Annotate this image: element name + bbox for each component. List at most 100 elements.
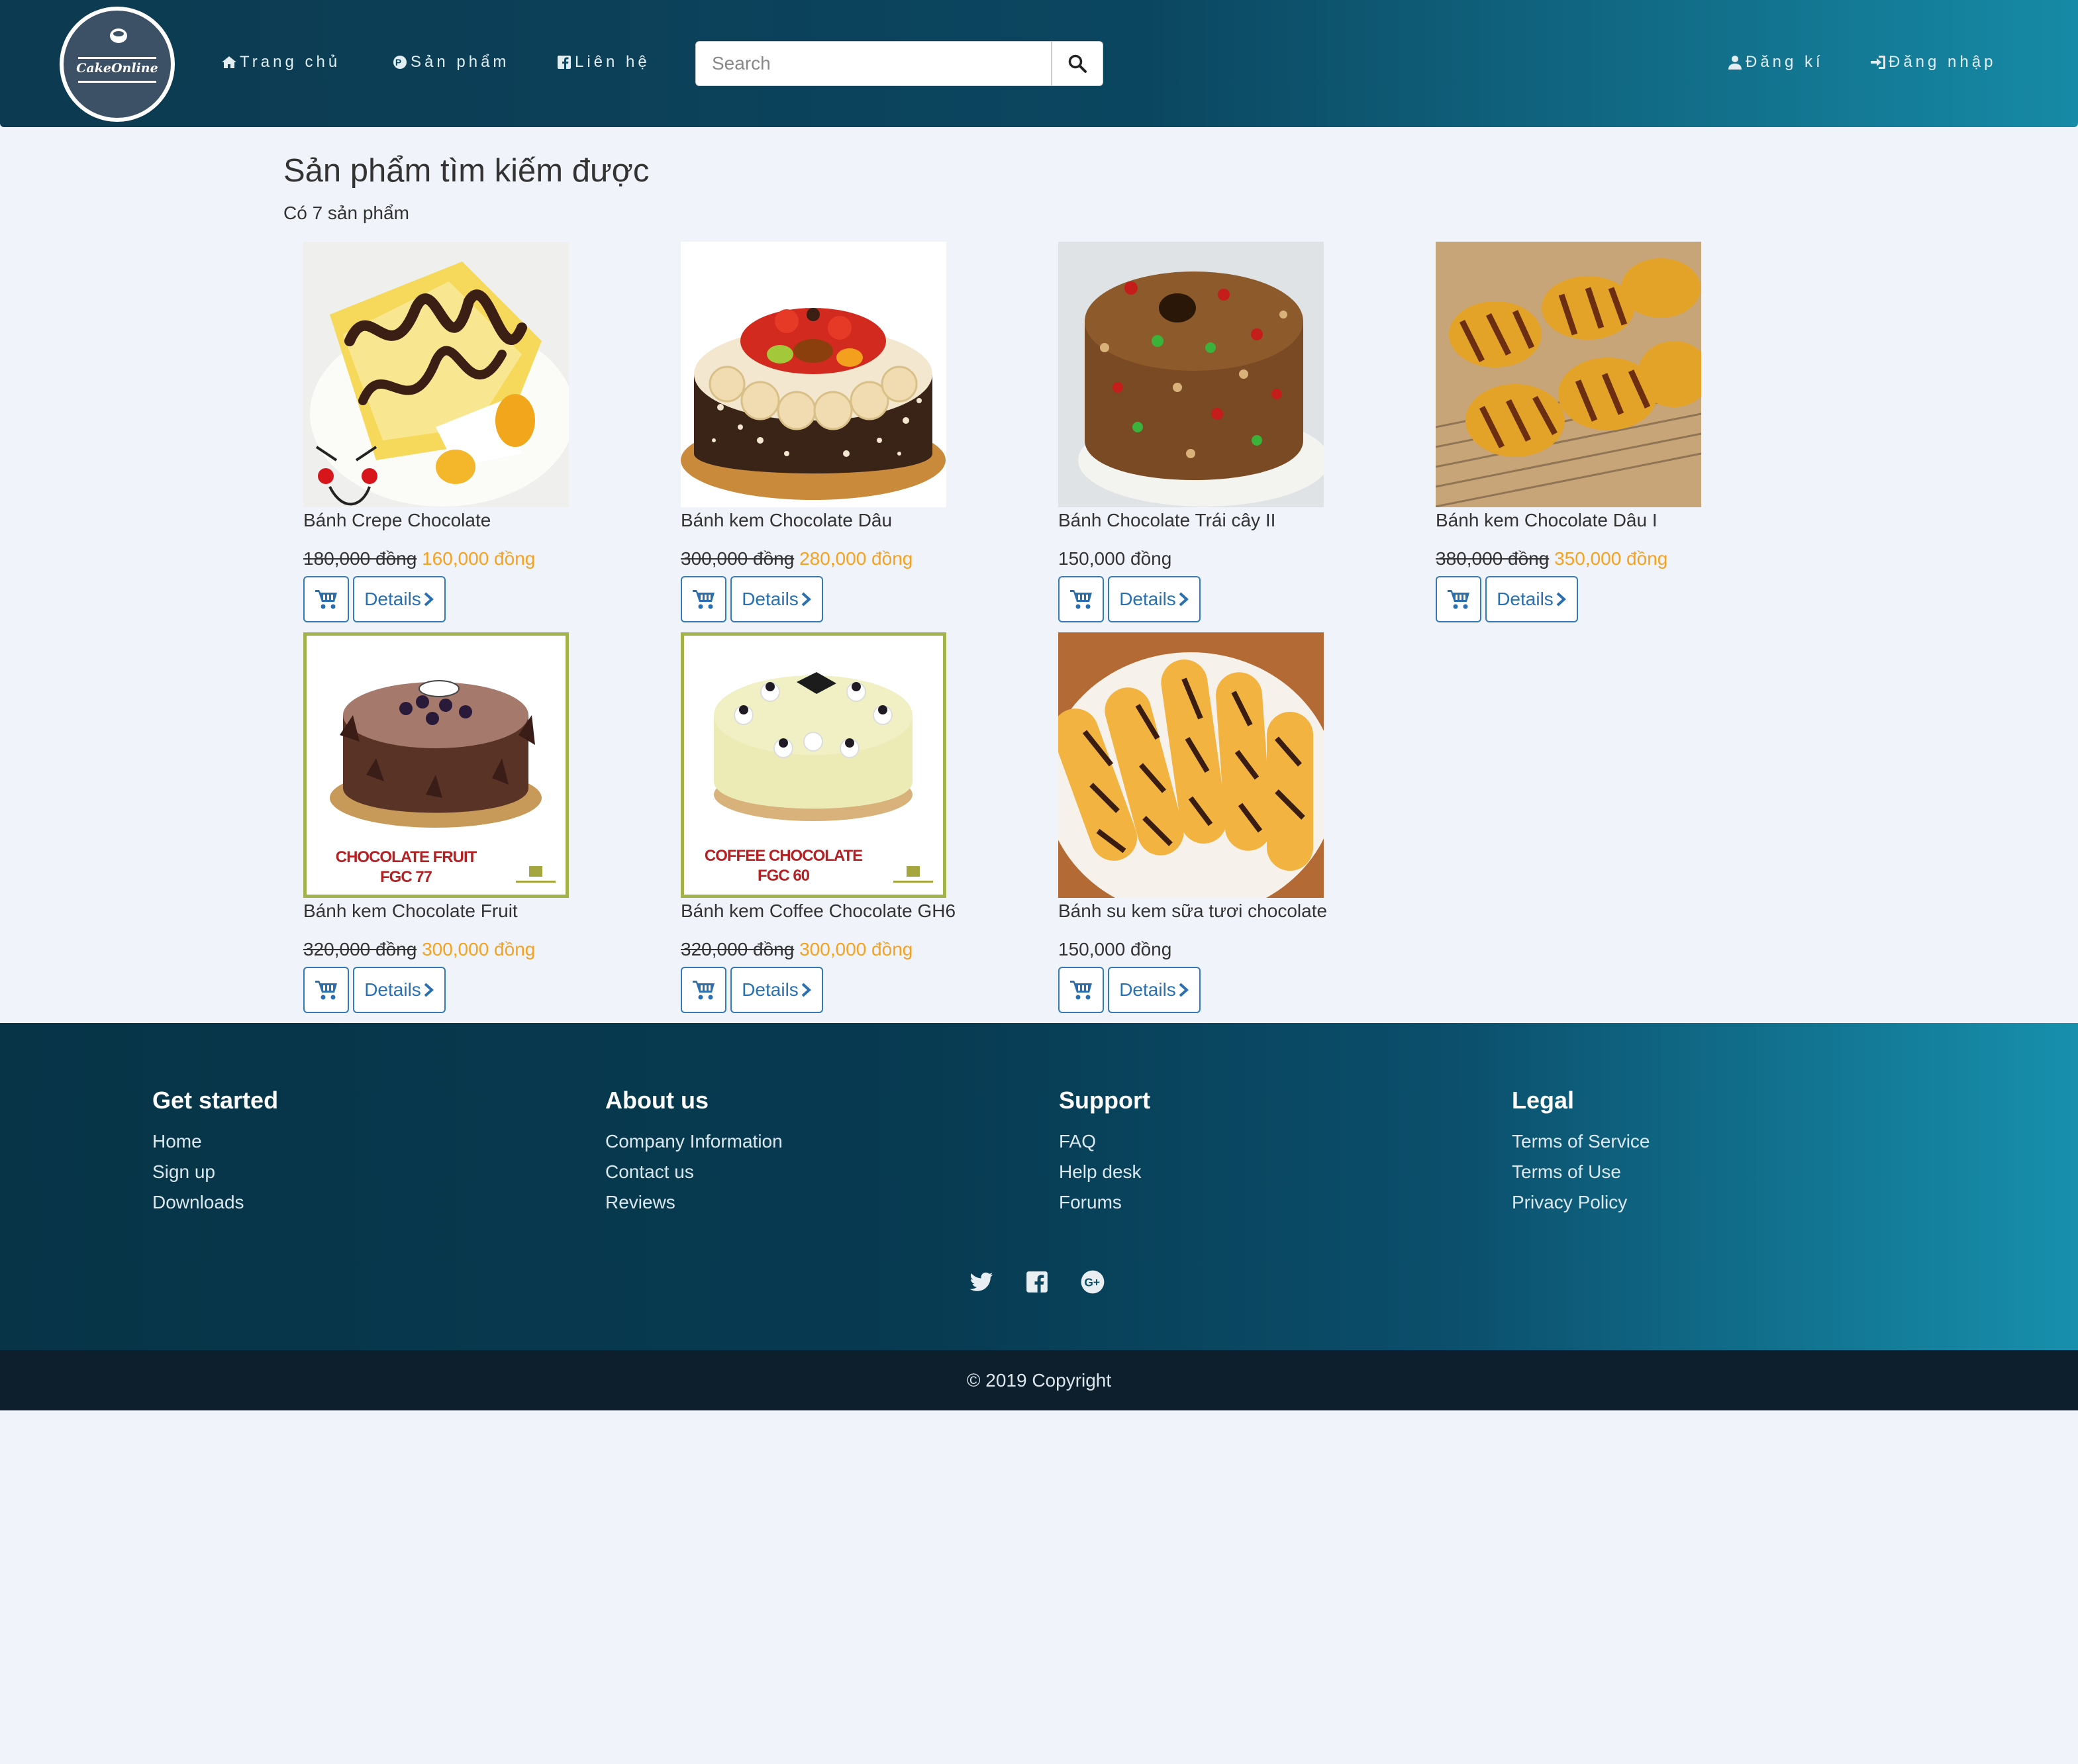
cart-icon bbox=[692, 981, 715, 1000]
caption-line: FGC 77 bbox=[379, 868, 432, 886]
footer-link-sign-up[interactable]: Sign up bbox=[152, 1157, 576, 1187]
product-image[interactable] bbox=[681, 242, 946, 507]
caption-line: FGC 60 bbox=[757, 867, 810, 885]
add-to-cart-button[interactable] bbox=[1436, 576, 1481, 622]
google-plus-icon: G+ bbox=[1081, 1270, 1105, 1294]
footer-link-reviews[interactable]: Reviews bbox=[605, 1187, 1029, 1218]
product-card: Bánh su kem sữa tươi chocolate 150,000 đ… bbox=[1058, 632, 1429, 1016]
nav-login[interactable]: Đăng nhập bbox=[1870, 53, 1996, 72]
product-name[interactable]: Bánh kem Chocolate Dâu bbox=[681, 510, 892, 531]
facebook-link[interactable] bbox=[1024, 1269, 1050, 1295]
google-plus-link[interactable]: G+ bbox=[1080, 1269, 1105, 1295]
product-image[interactable]: COFFEE CHOCOLATE FGC 60 bbox=[681, 632, 946, 898]
nav-register-label: Đăng kí bbox=[1746, 53, 1824, 71]
details-label: Details bbox=[364, 589, 421, 609]
footer-link-forums[interactable]: Forums bbox=[1059, 1187, 1483, 1218]
footer-link-privacy-policy[interactable]: Privacy Policy bbox=[1512, 1187, 1936, 1218]
add-to-cart-button[interactable] bbox=[1058, 576, 1104, 622]
details-button[interactable]: Details bbox=[353, 967, 446, 1013]
regular-price: 150,000 đồng bbox=[1058, 548, 1172, 569]
result-count: Có 7 sản phẩm bbox=[283, 203, 409, 223]
add-to-cart-button[interactable] bbox=[681, 576, 726, 622]
logo-line bbox=[78, 57, 156, 59]
product-image[interactable] bbox=[1058, 242, 1324, 507]
nav-contact[interactable]: Liên hệ bbox=[556, 53, 650, 72]
footer-link-terms-of-service[interactable]: Terms of Service bbox=[1512, 1126, 1936, 1157]
nav-register[interactable]: Đăng kí bbox=[1727, 53, 1824, 72]
details-button[interactable]: Details bbox=[730, 576, 823, 622]
caption-line: CHOCOLATE FRUIT bbox=[335, 848, 477, 866]
cart-icon bbox=[1069, 981, 1092, 1000]
chevron-right-icon bbox=[1179, 983, 1189, 997]
product-name[interactable]: Bánh kem Chocolate Dâu I bbox=[1436, 510, 1657, 531]
footer-link-contact-us[interactable]: Contact us bbox=[605, 1157, 1029, 1187]
product-price: 380,000 đồng 350,000 đồng bbox=[1436, 548, 1667, 569]
product-image[interactable] bbox=[1058, 632, 1324, 898]
footer-column-about-us: About us Company Information Contact us … bbox=[605, 1087, 1029, 1218]
cakeonline-logo[interactable]: CakeOnline bbox=[60, 7, 175, 122]
product-image[interactable] bbox=[1436, 242, 1701, 507]
details-label: Details bbox=[1119, 589, 1176, 609]
sign-in-icon bbox=[1871, 56, 1885, 69]
twitter-link[interactable] bbox=[969, 1269, 994, 1295]
nav-home[interactable]: Trang chủ bbox=[221, 53, 340, 72]
details-label: Details bbox=[364, 979, 421, 1000]
product-card: Bánh kem Chocolate Dâu 300,000 đồng 280,… bbox=[681, 242, 1052, 626]
product-name[interactable]: Bánh kem Coffee Chocolate GH6 bbox=[681, 901, 956, 922]
facebook-icon bbox=[1026, 1271, 1048, 1293]
product-price: 150,000 đồng bbox=[1058, 939, 1171, 960]
cart-icon bbox=[1069, 590, 1092, 609]
copyright-bar: © 2019 Copyright bbox=[0, 1350, 2078, 1410]
footer-link-company-information[interactable]: Company Information bbox=[605, 1126, 1029, 1157]
product-price: 320,000 đồng 300,000 đồng bbox=[681, 939, 913, 960]
add-to-cart-button[interactable] bbox=[681, 967, 726, 1013]
nav-contact-label: Liên hệ bbox=[575, 53, 650, 71]
sale-price: 160,000 đồng bbox=[422, 548, 536, 569]
product-image[interactable] bbox=[303, 242, 569, 507]
footer-link-downloads[interactable]: Downloads bbox=[152, 1187, 576, 1218]
product-name[interactable]: Bánh kem Chocolate Fruit bbox=[303, 901, 518, 922]
footer-link-faq[interactable]: FAQ bbox=[1059, 1126, 1483, 1157]
details-button[interactable]: Details bbox=[353, 576, 446, 622]
search-input[interactable] bbox=[696, 42, 1051, 85]
image-caption: CHOCOLATE FRUIT FGC 77 bbox=[307, 848, 505, 887]
cart-icon bbox=[692, 590, 715, 609]
sale-price: 300,000 đồng bbox=[799, 939, 913, 959]
product-price: 180,000 đồng 160,000 đồng bbox=[303, 548, 535, 569]
cart-icon bbox=[1447, 590, 1469, 609]
page-title: Sản phẩm tìm kiếm được bbox=[283, 153, 650, 189]
add-to-cart-button[interactable] bbox=[1058, 967, 1104, 1013]
details-button[interactable]: Details bbox=[730, 967, 823, 1013]
nav-products[interactable]: P Sản phẩm bbox=[392, 53, 509, 72]
product-price: 320,000 đồng 300,000 đồng bbox=[303, 939, 535, 960]
logo-badge: CakeOnline bbox=[64, 11, 171, 118]
caption-line: COFFEE CHOCOLATE bbox=[704, 847, 863, 865]
footer-link-help-desk[interactable]: Help desk bbox=[1059, 1157, 1483, 1187]
footer-column-support: Support FAQ Help desk Forums bbox=[1059, 1087, 1483, 1218]
nav-home-label: Trang chủ bbox=[240, 53, 341, 71]
footer-link-home[interactable]: Home bbox=[152, 1126, 576, 1157]
footer-heading: Support bbox=[1059, 1087, 1150, 1114]
product-card: Bánh kem Chocolate Dâu I 380,000 đồng 35… bbox=[1436, 242, 1806, 626]
logo-text: CakeOnline bbox=[76, 61, 158, 75]
add-to-cart-button[interactable] bbox=[303, 967, 349, 1013]
svg-text:G+: G+ bbox=[1084, 1275, 1100, 1289]
regular-price: 150,000 đồng bbox=[1058, 939, 1172, 959]
product-card: Bánh Crepe Chocolate 180,000 đồng 160,00… bbox=[303, 242, 674, 626]
search-button[interactable] bbox=[1051, 42, 1103, 85]
product-image[interactable]: CHOCOLATE FRUIT FGC 77 bbox=[303, 632, 569, 898]
product-name[interactable]: Bánh Chocolate Trái cây II bbox=[1058, 510, 1275, 531]
chevron-right-icon bbox=[1556, 592, 1566, 607]
details-button[interactable]: Details bbox=[1485, 576, 1578, 622]
product-card: CHOCOLATE FRUIT FGC 77 Bánh kem Chocolat… bbox=[303, 632, 674, 1016]
product-name[interactable]: Bánh su kem sữa tươi chocolate bbox=[1058, 901, 1327, 922]
old-price: 300,000 đồng bbox=[681, 548, 795, 569]
product-name[interactable]: Bánh Crepe Chocolate bbox=[303, 510, 491, 531]
footer-link-terms-of-use[interactable]: Terms of Use bbox=[1512, 1157, 1936, 1187]
details-button[interactable]: Details bbox=[1108, 576, 1201, 622]
chevron-right-icon bbox=[424, 592, 434, 607]
sale-price: 350,000 đồng bbox=[1554, 548, 1668, 569]
details-button[interactable]: Details bbox=[1108, 967, 1201, 1013]
chevron-right-icon bbox=[801, 983, 811, 997]
add-to-cart-button[interactable] bbox=[303, 576, 349, 622]
